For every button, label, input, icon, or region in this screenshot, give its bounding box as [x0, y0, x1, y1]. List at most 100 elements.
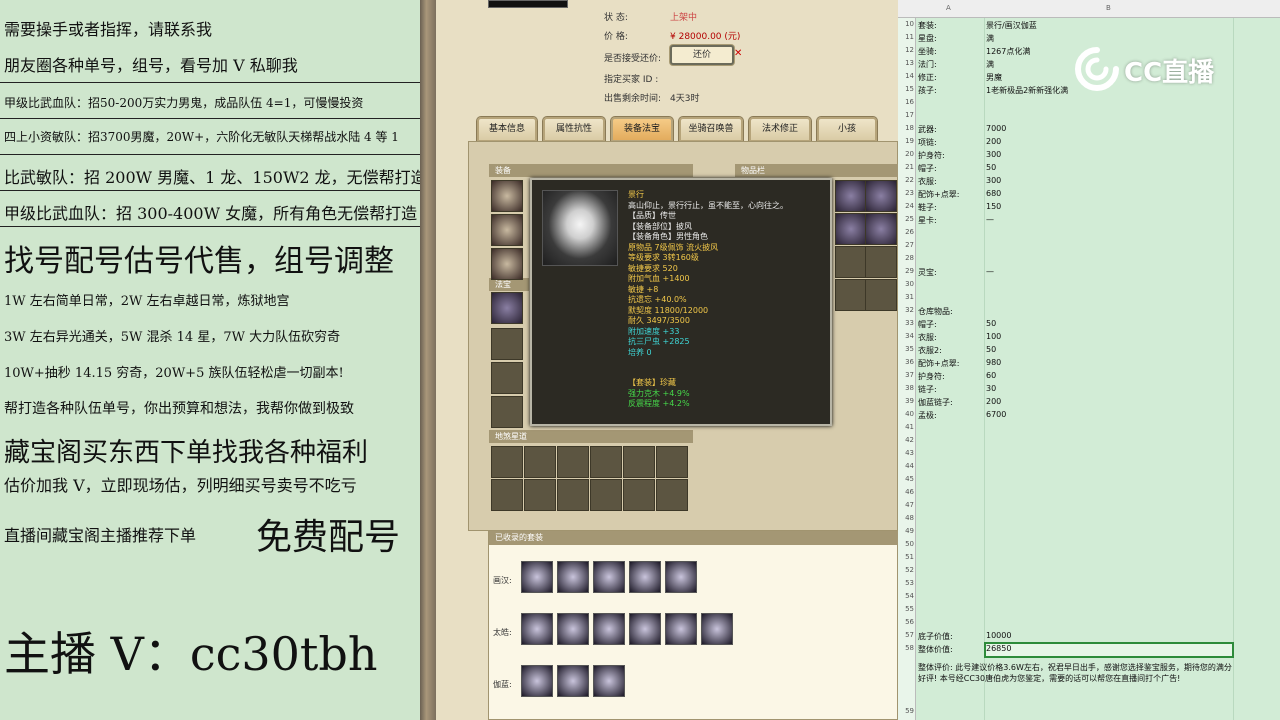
- tab-1[interactable]: 属性抗性: [542, 116, 606, 142]
- inventory-slot[interactable]: [865, 246, 897, 278]
- dihua-slot[interactable]: [491, 479, 523, 511]
- dihua-slot[interactable]: [656, 479, 688, 511]
- cell-label[interactable]: 帽子:: [918, 163, 937, 174]
- dihua-slot[interactable]: [623, 446, 655, 478]
- set-item-icon[interactable]: [593, 561, 625, 593]
- dihua-slot[interactable]: [656, 446, 688, 478]
- cell-label[interactable]: 链子:: [918, 384, 937, 395]
- equip-slot[interactable]: [491, 180, 523, 212]
- set-item-icon[interactable]: [557, 613, 589, 645]
- set-item-icon[interactable]: [629, 613, 661, 645]
- cell-value[interactable]: 980: [986, 358, 1001, 367]
- cell-value[interactable]: 1老新极品2新新强化满: [986, 85, 1068, 96]
- dihua-slot[interactable]: [524, 446, 556, 478]
- fabao-slot[interactable]: [491, 292, 523, 324]
- cell-label[interactable]: 衣服:: [918, 176, 937, 187]
- cell-label[interactable]: 配饰+点翠:: [918, 358, 959, 369]
- equip-slot[interactable]: [491, 248, 523, 280]
- cell-value[interactable]: 50: [986, 345, 996, 354]
- cell-label[interactable]: 坐骑:: [918, 46, 937, 57]
- dihua-slot[interactable]: [557, 479, 589, 511]
- set-item-icon[interactable]: [521, 561, 553, 593]
- cell-label[interactable]: 修正:: [918, 72, 937, 83]
- cell-value[interactable]: 200: [986, 397, 1001, 406]
- cell-value[interactable]: 60: [986, 371, 996, 380]
- close-icon[interactable]: ✕: [734, 48, 742, 59]
- cell-value[interactable]: —: [986, 215, 994, 224]
- cell-value[interactable]: 满: [986, 33, 994, 44]
- set-item-icon[interactable]: [521, 665, 553, 697]
- cell-value[interactable]: 50: [986, 163, 996, 172]
- fabao-slot[interactable]: [491, 362, 523, 394]
- cell-label[interactable]: 灵宝:: [918, 267, 937, 278]
- tab-4[interactable]: 法术修正: [748, 116, 812, 142]
- set-item-icon[interactable]: [665, 561, 697, 593]
- tab-5[interactable]: 小孩: [816, 116, 878, 142]
- cell-label[interactable]: 鞋子:: [918, 202, 937, 213]
- tab-2[interactable]: 装备法宝: [610, 116, 674, 142]
- set-item-icon[interactable]: [557, 561, 589, 593]
- inventory-slot[interactable]: [865, 279, 897, 311]
- inventory-slot[interactable]: [865, 180, 897, 212]
- tab-3[interactable]: 坐骑召唤兽: [678, 116, 744, 142]
- cell-value[interactable]: 50: [986, 319, 996, 328]
- inventory-slot[interactable]: [865, 213, 897, 245]
- cell-value[interactable]: 680: [986, 189, 1001, 198]
- cell-value[interactable]: 6700: [986, 410, 1006, 419]
- inventory-slot[interactable]: [835, 180, 867, 212]
- dihua-slot[interactable]: [590, 479, 622, 511]
- cell-label[interactable]: 护身符:: [918, 371, 945, 382]
- cell-label[interactable]: 配饰+点翠:: [918, 189, 959, 200]
- cell-value[interactable]: 满: [986, 59, 994, 70]
- cell-label[interactable]: 衣服2:: [918, 345, 942, 356]
- fabao-slot[interactable]: [491, 328, 523, 360]
- cell-label[interactable]: 仓库物品:: [918, 306, 953, 317]
- cell-label[interactable]: 衣服:: [918, 332, 937, 343]
- set-item-icon[interactable]: [557, 665, 589, 697]
- dihua-slot[interactable]: [491, 446, 523, 478]
- cell-value[interactable]: 1267点化满: [986, 46, 1030, 57]
- cell-label[interactable]: 伽蓝链子:: [918, 397, 953, 408]
- cell-label[interactable]: 帽子:: [918, 319, 937, 330]
- cell-label[interactable]: 整体价值:: [918, 644, 953, 655]
- cell-value[interactable]: 10000: [986, 631, 1011, 640]
- dihua-slot[interactable]: [590, 446, 622, 478]
- set-item-icon[interactable]: [593, 613, 625, 645]
- fabao-slot[interactable]: [491, 396, 523, 428]
- haggle-button[interactable]: 还价: [670, 45, 734, 65]
- cell-label[interactable]: 套装:: [918, 20, 937, 31]
- set-item-icon[interactable]: [593, 665, 625, 697]
- cell-value[interactable]: 300: [986, 150, 1001, 159]
- cell-value[interactable]: 7000: [986, 124, 1006, 133]
- cell-value[interactable]: —: [986, 267, 994, 276]
- tab-0[interactable]: 基本信息: [476, 116, 538, 142]
- dihua-slot[interactable]: [557, 446, 589, 478]
- cell-label[interactable]: 法门:: [918, 59, 937, 70]
- cell-label[interactable]: 护身符:: [918, 150, 945, 161]
- set-item-icon[interactable]: [665, 613, 697, 645]
- cell-label[interactable]: 星盘:: [918, 33, 937, 44]
- set-item-icon[interactable]: [629, 561, 661, 593]
- cell-value[interactable]: 100: [986, 332, 1001, 341]
- inventory-slot[interactable]: [835, 279, 867, 311]
- cell-label[interactable]: 项链:: [918, 137, 937, 148]
- cell-value[interactable]: 300: [986, 176, 1001, 185]
- cell-value[interactable]: 男魔: [986, 72, 1002, 83]
- cell-value[interactable]: 30: [986, 384, 996, 393]
- cell-label[interactable]: 底子价值:: [918, 631, 953, 642]
- set-item-icon[interactable]: [701, 613, 733, 645]
- cell-label[interactable]: 孩子:: [918, 85, 937, 96]
- dihua-slot[interactable]: [623, 479, 655, 511]
- set-item-icon[interactable]: [521, 613, 553, 645]
- cell-value[interactable]: 200: [986, 137, 1001, 146]
- cell-value[interactable]: 150: [986, 202, 1001, 211]
- equip-slot[interactable]: [491, 214, 523, 246]
- inventory-slot[interactable]: [835, 213, 867, 245]
- cell-label[interactable]: 孟极:: [918, 410, 937, 421]
- cell-value[interactable]: 26850: [984, 642, 1234, 658]
- cell-label[interactable]: 星卡:: [918, 215, 937, 226]
- cell-label[interactable]: 武器:: [918, 124, 937, 135]
- inventory-slot[interactable]: [835, 246, 867, 278]
- cell-value[interactable]: 景行/画汉伽蓝: [986, 20, 1037, 31]
- dihua-slot[interactable]: [524, 479, 556, 511]
